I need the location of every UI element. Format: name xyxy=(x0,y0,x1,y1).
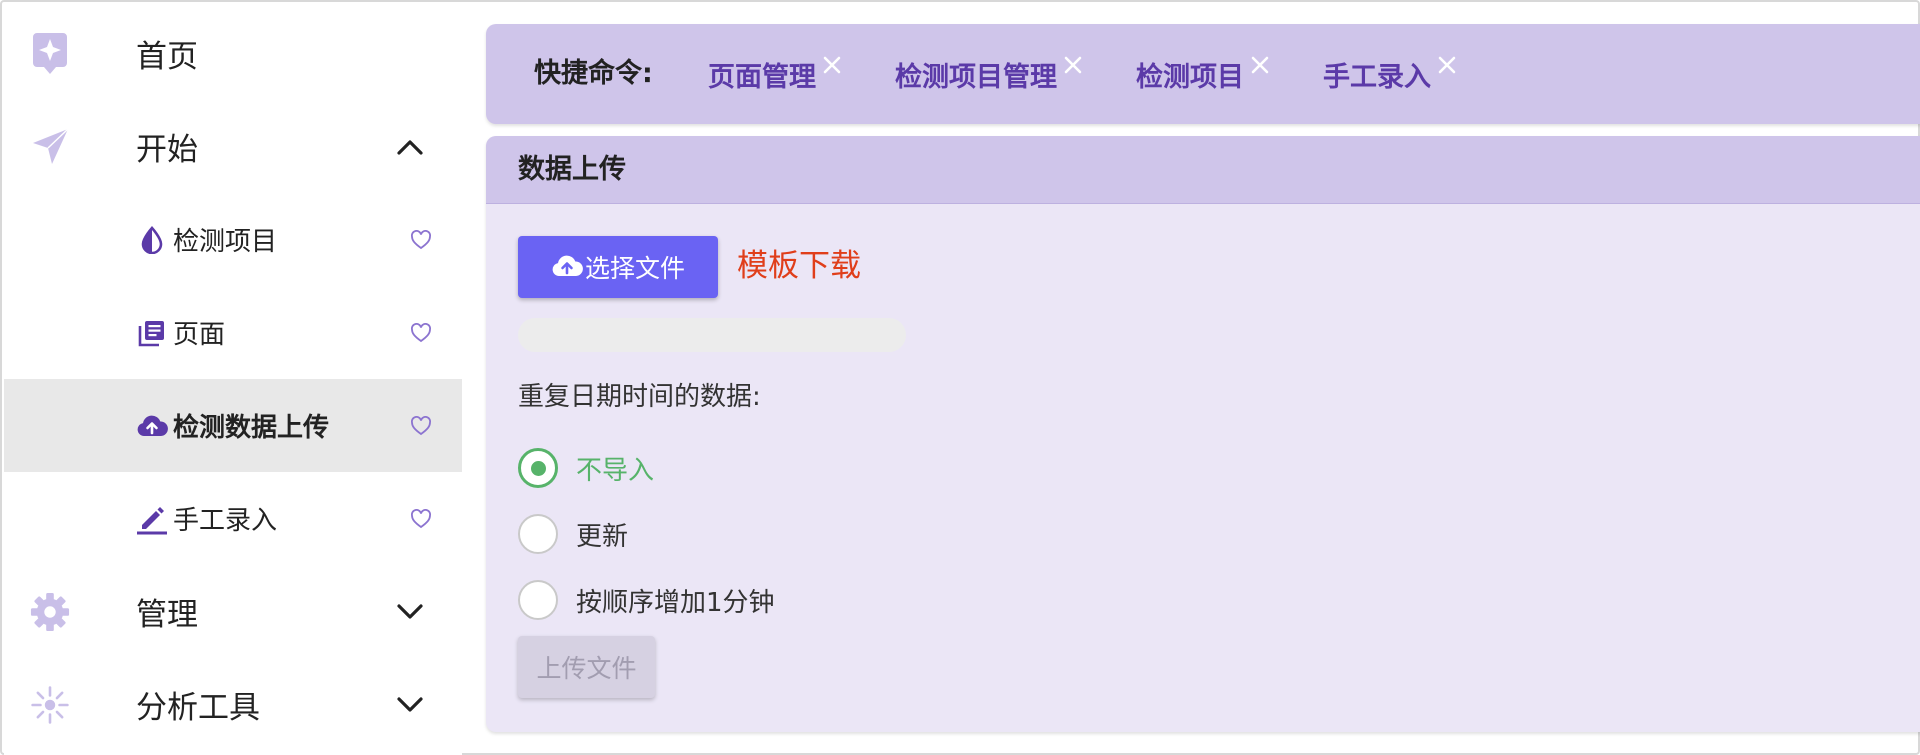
radio-option-add-one-minute[interactable]: 按顺序增加1分钟 xyxy=(518,577,775,623)
upload-file-button[interactable]: 上传文件 xyxy=(518,636,655,698)
data-upload-panel: 数据上传 选择文件 模板下载 重复日期时间的数据: 不导入 更新 按顺序增加1分… xyxy=(486,136,1920,732)
quick-tab-label[interactable]: 检测项目 xyxy=(1136,55,1244,94)
panel-title: 数据上传 xyxy=(518,154,626,185)
radio-button[interactable] xyxy=(518,448,558,488)
sidebar-item-label: 检测数据上传 xyxy=(173,413,330,443)
radio-option-label: 更新 xyxy=(576,521,629,552)
sidebar-item-data-upload[interactable]: 检测数据上传 xyxy=(4,379,462,472)
nav-item-label: 开始 xyxy=(136,132,198,168)
nav-item-analysis-tools[interactable]: 分析工具 xyxy=(4,658,462,751)
sidebar-item-manual-entry[interactable]: 手工录入 xyxy=(4,472,462,565)
chevron-up-icon[interactable] xyxy=(394,131,426,163)
panel-header: 数据上传 xyxy=(486,136,1920,204)
radio-option-skip[interactable]: 不导入 xyxy=(518,445,654,491)
radio-button[interactable] xyxy=(518,580,558,620)
heart-outline-icon[interactable] xyxy=(409,507,433,531)
quick-tab-label[interactable]: 手工录入 xyxy=(1323,55,1431,94)
heart-outline-icon[interactable] xyxy=(409,321,433,345)
sidebar-item-inspection-items[interactable]: 检测项目 xyxy=(4,193,462,286)
sidebar-item-pages[interactable]: 页面 xyxy=(4,286,462,379)
quick-tab-inspection-item-management[interactable]: 检测项目管理 xyxy=(895,24,1085,124)
upload-progress-bar xyxy=(518,318,906,352)
cloud-upload-icon xyxy=(136,410,168,442)
radio-option-label: 不导入 xyxy=(576,455,655,486)
nav-item-label: 分析工具 xyxy=(136,690,260,726)
radio-button[interactable] xyxy=(518,514,558,554)
quick-tab-label[interactable]: 检测项目管理 xyxy=(895,55,1057,94)
nav-item-start[interactable]: 开始 xyxy=(4,100,462,193)
nav-item-label: 首页 xyxy=(136,39,198,75)
close-icon[interactable] xyxy=(1061,53,1085,77)
quick-command-bar: 快捷命令: 页面管理 检测项目管理 检测项目 手工录入 xyxy=(486,24,1920,124)
chevron-down-icon[interactable] xyxy=(394,689,426,721)
heart-outline-icon[interactable] xyxy=(409,414,433,438)
heart-outline-icon[interactable] xyxy=(409,228,433,252)
close-icon[interactable] xyxy=(820,53,844,77)
nav-item-home[interactable]: 首页 xyxy=(4,7,462,100)
choose-file-button[interactable]: 选择文件 xyxy=(518,236,718,298)
radio-option-label: 按顺序增加1分钟 xyxy=(576,587,775,618)
nav-item-management[interactable]: 管理 xyxy=(4,565,462,658)
quick-tab-label[interactable]: 页面管理 xyxy=(708,55,816,94)
quick-command-label: 快捷命令: xyxy=(534,58,653,89)
sidebar: 首页 开始 检测项目 页面 检测数据上传 手工录入 管理 分析工具 xyxy=(4,4,462,755)
chevron-down-icon[interactable] xyxy=(394,596,426,628)
sidebar-item-label: 手工录入 xyxy=(173,506,278,536)
sparkle-badge-icon xyxy=(30,32,70,76)
close-icon[interactable] xyxy=(1435,53,1459,77)
quick-tab-inspection-items[interactable]: 检测项目 xyxy=(1136,24,1272,124)
quick-tab-manual-entry[interactable]: 手工录入 xyxy=(1323,24,1459,124)
sidebar-item-label: 检测项目 xyxy=(173,227,278,257)
duplicate-data-label: 重复日期时间的数据: xyxy=(518,382,761,412)
edit-pen-icon xyxy=(136,503,168,535)
nav-item-label: 管理 xyxy=(136,597,198,633)
app-window: 首页 开始 检测项目 页面 检测数据上传 手工录入 管理 分析工具 快捷命令: … xyxy=(0,0,1920,755)
template-download-link[interactable]: 模板下载 xyxy=(737,240,861,285)
radio-option-update[interactable]: 更新 xyxy=(518,511,628,557)
choose-file-label: 选择文件 xyxy=(584,255,685,283)
cloud-upload-icon xyxy=(551,254,583,281)
contrast-drop-icon xyxy=(136,224,168,256)
sidebar-item-label: 页面 xyxy=(173,320,226,350)
gear-icon xyxy=(30,590,70,634)
library-books-icon xyxy=(136,317,168,349)
quick-tab-page-management[interactable]: 页面管理 xyxy=(708,24,844,124)
send-arrow-icon xyxy=(30,125,70,169)
sun-burst-icon xyxy=(30,683,70,727)
close-icon[interactable] xyxy=(1248,53,1272,77)
